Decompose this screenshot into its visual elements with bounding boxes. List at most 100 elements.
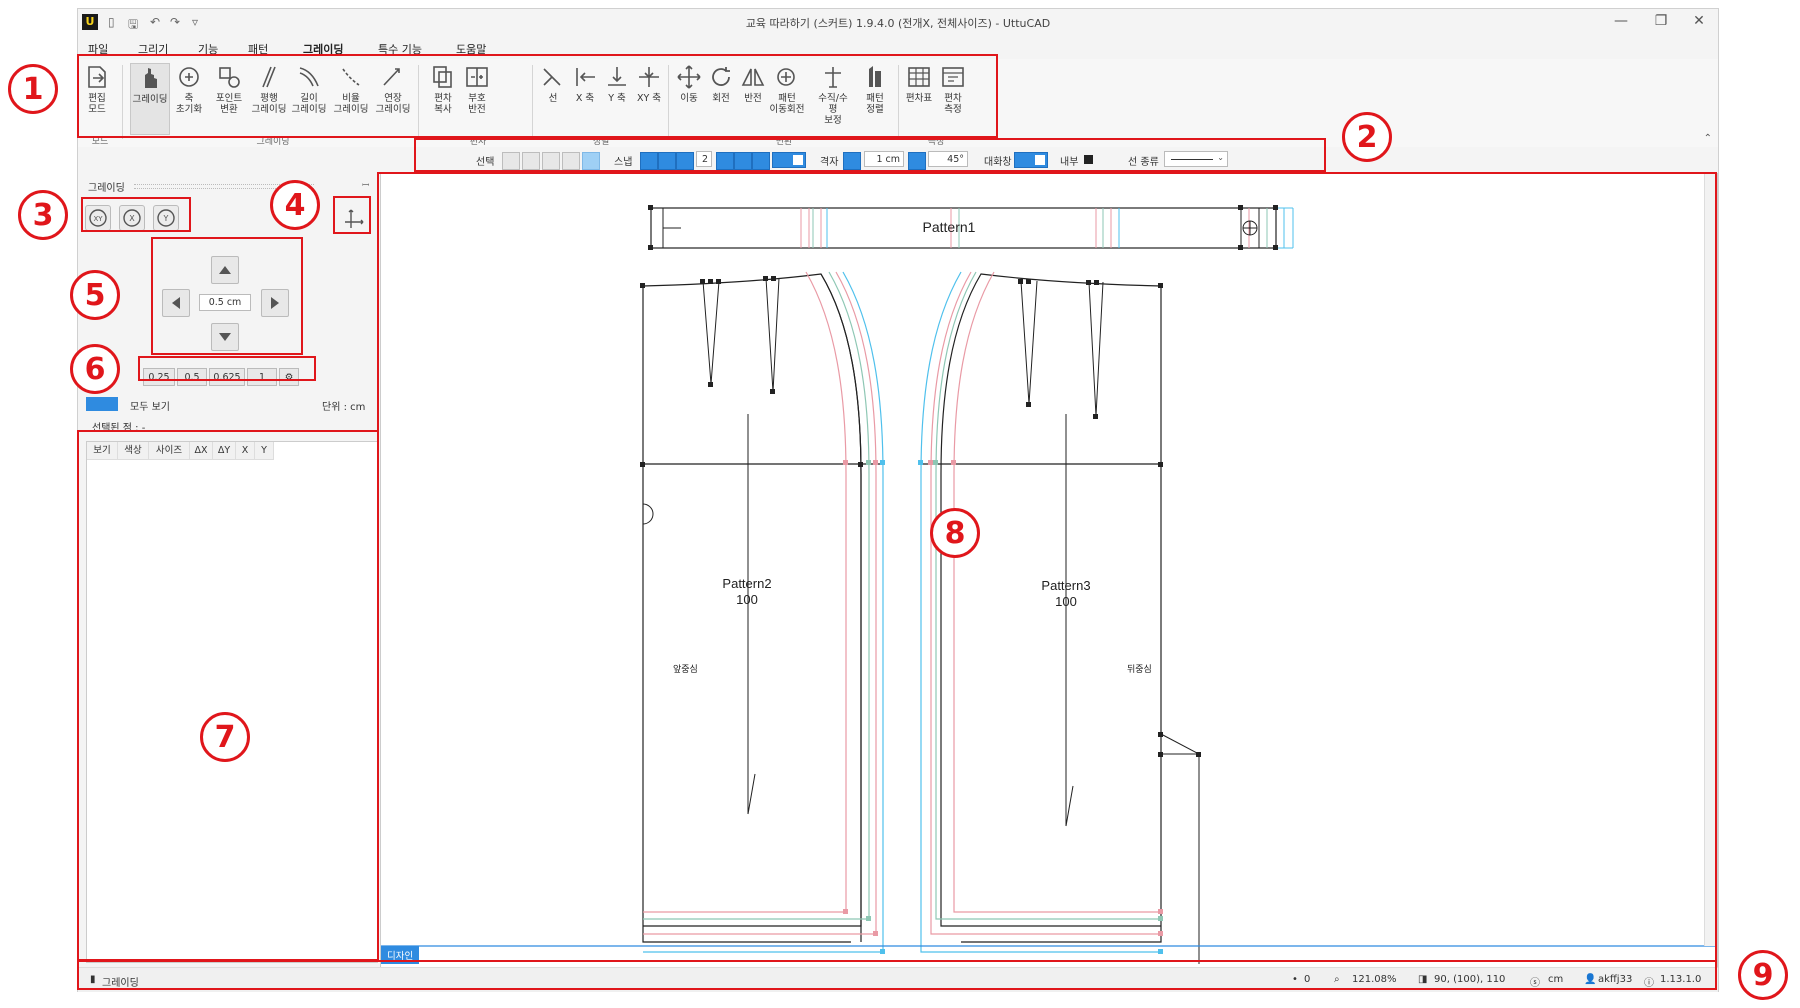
ribbon-label: 평행	[260, 93, 278, 104]
move-right-button[interactable]	[261, 289, 289, 317]
preset-button[interactable]: 0.25	[143, 368, 175, 386]
vertical-horizontal-correct-button[interactable]: 수직/수평 보정	[814, 63, 852, 133]
deviation-measure-button[interactable]: 편차 측정	[934, 63, 972, 133]
sign-flip-button[interactable]: 부호 반전	[458, 63, 496, 133]
vertical-scrollbar[interactable]	[1704, 174, 1717, 946]
restore-button[interactable]: ❐	[1644, 13, 1678, 29]
preset-button[interactable]: 1	[247, 368, 277, 386]
column-header[interactable]: ΔX	[190, 442, 213, 460]
select-image-button[interactable]	[502, 152, 520, 170]
menu-function[interactable]: 기능	[198, 41, 218, 57]
column-header[interactable]: 보기	[87, 442, 118, 460]
ribbon-label: 편차	[434, 93, 452, 104]
design-canvas[interactable]: Pattern1 Pattern2 100 앞중심 Pattern3 100 뒤…	[380, 173, 1718, 968]
dialog-label: 대화창	[984, 157, 1012, 168]
snap-line-button[interactable]	[640, 152, 658, 170]
pattern-move-rotate-button[interactable]: 패턴 이동회전	[768, 63, 806, 133]
dialog-toggle[interactable]	[1014, 152, 1048, 168]
ribbon-label: X 축	[575, 93, 595, 104]
menu-special[interactable]: 특수 기능	[378, 41, 422, 57]
y-grading-button[interactable]: Y	[153, 205, 179, 231]
unit-icon: ⓢ	[1530, 978, 1540, 989]
point-convert-button[interactable]: 포인트 변환	[210, 63, 248, 133]
title-bar: U ▯ 🖫 ↶ ↷ ▿ 교육 따라하기 (스커트) 1.9.4.0 (전개X, …	[78, 9, 1718, 37]
angle-value-field[interactable]: 45°	[928, 151, 968, 167]
xy-grading-button[interactable]: XY	[85, 205, 111, 231]
pattern-align-button[interactable]: 패턴 정렬	[856, 63, 894, 133]
menu-file[interactable]: 파일	[88, 41, 108, 57]
select-line-button[interactable]	[562, 152, 580, 170]
ratio-grading-button[interactable]: 비율 그레이딩	[332, 63, 370, 133]
status-user: akffj33	[1598, 974, 1633, 985]
flip-button[interactable]: 반전	[734, 63, 772, 133]
grading-axis-button[interactable]	[342, 207, 368, 233]
column-header[interactable]: 색상	[118, 442, 149, 460]
column-header[interactable]: X	[236, 442, 255, 460]
extend-grading-icon	[379, 63, 407, 91]
select-area-button[interactable]	[582, 152, 600, 170]
status-sizes[interactable]: 90, (100), 110	[1434, 974, 1505, 985]
align-xy-axis-button[interactable]: XY 축	[630, 63, 668, 133]
callout-3: 3	[18, 190, 68, 240]
column-header[interactable]: Y	[255, 442, 274, 460]
status-unit[interactable]: cm	[1548, 974, 1563, 985]
ribbon-label: 편차표	[905, 93, 933, 104]
svg-text:XY: XY	[93, 215, 103, 223]
callout-6: 6	[70, 344, 120, 394]
extend-grading-button[interactable]: 연장 그레이딩	[374, 63, 412, 133]
step-value-field[interactable]: 0.5 cm	[199, 294, 251, 311]
grid-value-field[interactable]: 1 cm	[864, 151, 904, 167]
axis-reset-button[interactable]: 축 초기화	[170, 63, 208, 133]
inner-color-swatch[interactable]	[1084, 155, 1093, 164]
snap-dot-button[interactable]	[734, 152, 752, 170]
preset-button[interactable]: 0.5	[177, 368, 207, 386]
deviation-table-button[interactable]: 편차표	[900, 63, 938, 133]
column-header[interactable]: 사이즈	[149, 442, 190, 460]
pin-icon[interactable]: ꟷ	[362, 178, 369, 191]
x-grading-button[interactable]: X	[119, 205, 145, 231]
preset-button[interactable]: 0.625	[209, 368, 245, 386]
xy-axis-align-icon	[635, 63, 663, 91]
show-all-toggle[interactable]	[86, 397, 118, 411]
snap-value-field[interactable]: 2	[696, 151, 712, 167]
menu-draw[interactable]: 그리기	[138, 41, 168, 57]
snap-cross-button[interactable]	[658, 152, 676, 170]
snap-circle-button[interactable]	[752, 152, 770, 170]
axis-reset-icon	[175, 63, 203, 91]
collapse-ribbon-icon[interactable]: ⌃	[1704, 133, 1712, 144]
status-zoom[interactable]: 121.08%	[1352, 974, 1397, 985]
line-type-preview	[1171, 159, 1213, 160]
menu-grading[interactable]: 그레이딩	[303, 41, 343, 57]
deviation-copy-button[interactable]: 편차 복사	[424, 63, 462, 133]
pattern2-label: Pattern2	[722, 576, 771, 591]
ribbon-label: 패턴	[866, 93, 884, 104]
select-polyline-button[interactable]	[542, 152, 560, 170]
parallel-grading-button[interactable]: 평행 그레이딩	[250, 63, 288, 133]
angle-button[interactable]	[908, 152, 926, 170]
move-left-button[interactable]	[162, 289, 190, 317]
snap-toggle[interactable]	[772, 152, 806, 168]
grid-line-button[interactable]	[843, 152, 861, 170]
close-button[interactable]: ✕	[1682, 13, 1716, 29]
ribbon-separator	[122, 65, 123, 139]
move-up-button[interactable]	[211, 256, 239, 284]
edit-mode-button[interactable]: 편집 모드	[78, 63, 116, 133]
menu-pattern[interactable]: 패턴	[248, 41, 268, 57]
grading-button[interactable]: 그레이딩	[130, 63, 170, 135]
snap-point-button[interactable]	[676, 152, 694, 170]
preset-settings-button[interactable]: ⚙	[279, 368, 299, 386]
minimize-button[interactable]: —	[1604, 13, 1638, 29]
move-down-button[interactable]	[211, 323, 239, 351]
ribbon-label: 부호	[468, 93, 486, 104]
snap-curve-button[interactable]	[716, 152, 734, 170]
select-pattern-button[interactable]	[522, 152, 540, 170]
line-type-select[interactable]: ⌄	[1164, 151, 1228, 167]
menu-help[interactable]: 도움말	[456, 41, 486, 57]
length-grading-button[interactable]: 길이 그레이딩	[290, 63, 328, 133]
callout-9: 9	[1738, 950, 1788, 1000]
column-header[interactable]: ΔY	[213, 442, 236, 460]
mode-icon: ▮	[90, 974, 96, 985]
callout-7: 7	[200, 712, 250, 762]
ribbon-label: 편차	[944, 93, 962, 104]
tab-design[interactable]: 디자인	[381, 946, 420, 964]
